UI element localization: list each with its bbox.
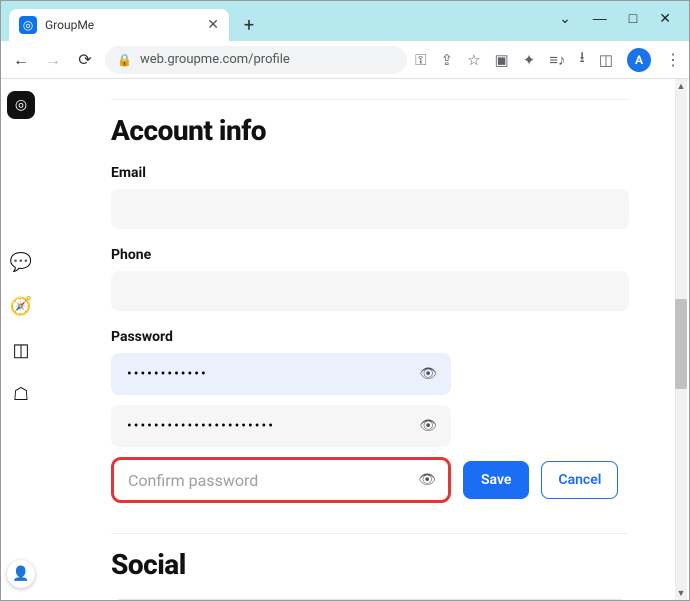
tab-close-icon[interactable]: ✕ (207, 17, 219, 33)
user-badge-icon[interactable]: 👤 (7, 560, 35, 588)
cancel-button[interactable]: Cancel (541, 461, 618, 499)
divider (111, 99, 629, 100)
sidepanel-icon[interactable]: ◫ (599, 51, 613, 69)
star-icon[interactable]: ☆ (467, 51, 480, 69)
chats-icon[interactable]: 💬 (8, 249, 34, 275)
save-button[interactable]: Save (463, 461, 529, 499)
eye-icon[interactable]: 👁 (419, 418, 437, 434)
tab-title: GroupMe (45, 18, 207, 32)
cast-icon[interactable]: ▣ (495, 51, 509, 69)
main-content: Account info Email Phone Password 👁 👁 (41, 79, 689, 600)
lock-icon: 🔒 (117, 53, 132, 67)
eye-icon[interactable]: 👁 (418, 472, 436, 488)
playlist-icon[interactable]: ≡♪ (549, 51, 565, 69)
email-field[interactable] (111, 189, 629, 229)
address-bar[interactable]: 🔒 web.groupme.com/profile (105, 46, 407, 74)
email-label: Email (111, 165, 629, 181)
groupme-favicon: ◎ (19, 16, 37, 34)
reload-button[interactable]: ⟳ (73, 48, 97, 72)
phone-field[interactable] (111, 271, 629, 311)
browser-toolbar: ← → ⟳ 🔒 web.groupme.com/profile ⚿ ⇪ ☆ ▣ … (1, 41, 689, 79)
new-password-field[interactable] (111, 405, 451, 447)
profile-avatar[interactable]: A (627, 48, 651, 72)
key-icon[interactable]: ⚿ (415, 51, 426, 69)
archive-icon[interactable]: ☖ (8, 381, 34, 407)
window-chevron-icon[interactable]: ⌄ (559, 10, 571, 27)
window-close-icon[interactable]: ✕ (659, 10, 671, 27)
share-icon[interactable]: ⇪ (440, 51, 453, 69)
browser-tab[interactable]: ◎ GroupMe ✕ (9, 9, 229, 41)
phone-label: Phone (111, 247, 629, 263)
social-heading: Social (111, 548, 629, 581)
scroll-down-icon[interactable]: ▼ (675, 586, 687, 600)
eye-icon[interactable]: 👁 (419, 366, 437, 382)
menu-icon[interactable]: ⋮ (665, 50, 681, 69)
window-minimize-icon[interactable]: — (593, 10, 607, 27)
scrollbar-thumb[interactable] (675, 299, 687, 389)
window-titlebar: ◎ GroupMe ✕ + ⌄ — □ ✕ (1, 1, 689, 41)
groupme-logo-icon[interactable]: ◎ (7, 91, 35, 119)
forward-button[interactable]: → (41, 48, 65, 72)
divider (111, 533, 629, 534)
account-info-heading: Account info (111, 114, 629, 147)
new-tab-button[interactable]: + (235, 11, 263, 39)
scroll-up-icon[interactable]: ▲ (675, 79, 687, 93)
app-left-rail: ◎ 💬 🧭 ◫ ☖ 👤 (1, 79, 41, 600)
confirm-password-highlight: 👁 (111, 457, 451, 503)
contacts-icon[interactable]: ◫ (8, 337, 34, 363)
window-controls: ⌄ — □ ✕ (559, 10, 689, 41)
confirm-password-field[interactable] (114, 460, 448, 500)
downloads-icon[interactable]: ⭳ (580, 47, 585, 72)
window-maximize-icon[interactable]: □ (629, 10, 637, 27)
extensions-icon[interactable]: ✦ (523, 51, 536, 69)
current-password-field[interactable] (111, 353, 451, 395)
url-text: web.groupme.com/profile (140, 52, 290, 67)
social-provider-row: f Facebook Connect (111, 599, 629, 600)
discover-icon[interactable]: 🧭 (8, 293, 34, 319)
password-label: Password (111, 329, 629, 345)
back-button[interactable]: ← (9, 48, 33, 72)
